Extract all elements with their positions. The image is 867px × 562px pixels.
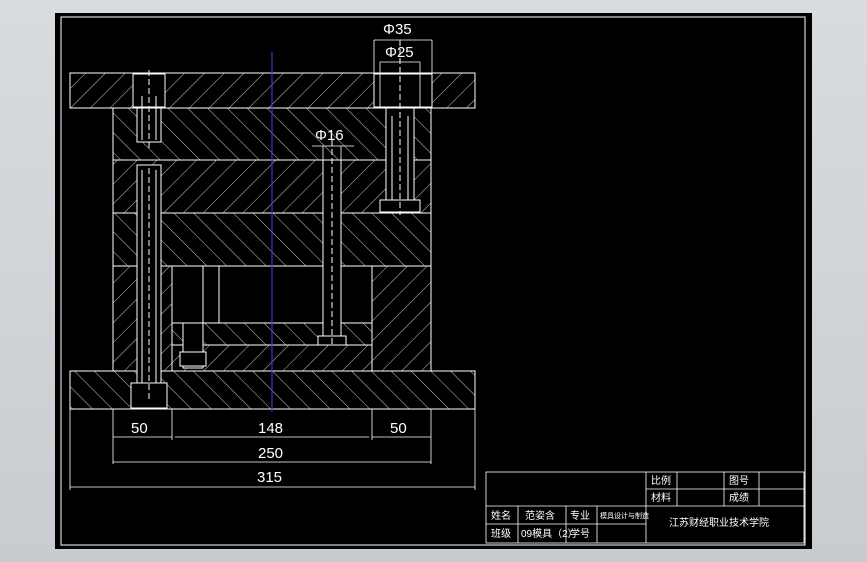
name-label: 姓名 [491,509,511,522]
scale-label: 比例 [651,474,671,487]
dim-315: 315 [257,469,282,486]
major-value: 模具设计与制造 [600,511,649,520]
dim-50-right: 50 [390,420,407,437]
score-label: 成绩 [729,491,749,504]
class-label: 班级 [491,528,511,540]
dim-phi16: Φ16 [315,127,344,144]
dim-50-left: 50 [131,420,148,437]
drawing-canvas[interactable]: Φ35 Φ25 Φ16 50 148 50 250 315 比例 图号 材料 成… [55,13,812,549]
dim-phi25: Φ25 [385,44,414,61]
school-name: 江苏财经职业技术学院 [669,516,769,529]
mold-assembly-drawing: Φ35 Φ25 Φ16 50 148 50 250 315 比例 图号 材料 成… [60,16,806,546]
major-label: 专业 [570,509,590,522]
dim-148: 148 [258,420,283,437]
dim-250: 250 [258,445,283,462]
name-value: 范姿含 [525,509,555,522]
cad-viewport[interactable]: Φ35 Φ25 Φ16 50 148 50 250 315 比例 图号 材料 成… [0,0,867,562]
drawing-no-label: 图号 [729,475,749,487]
material-label: 材料 [651,491,671,504]
student-no-label: 学号 [570,527,590,540]
dim-phi35: Φ35 [383,21,412,38]
